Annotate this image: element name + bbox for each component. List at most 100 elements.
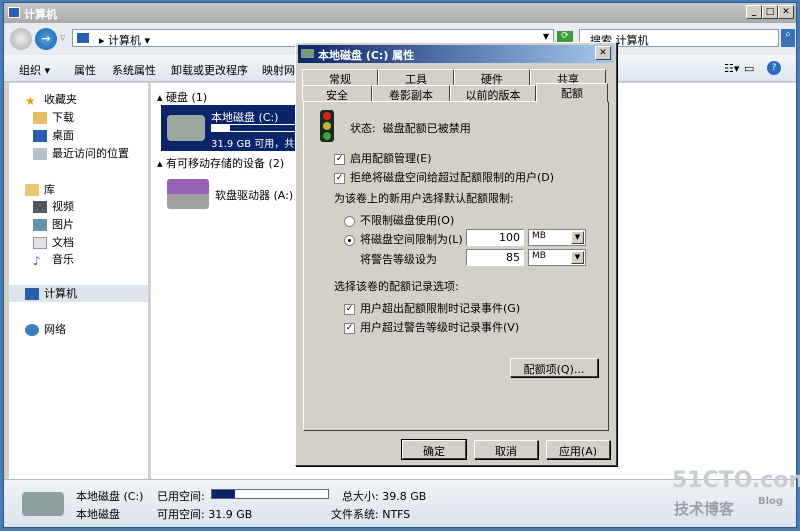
sidebar-item-videos[interactable]: 视频 xyxy=(33,198,74,215)
log-heading: 选择该卷的配额记录选项: xyxy=(334,278,459,294)
dialog-close-button[interactable]: ✕ xyxy=(595,46,611,60)
downloads-icon xyxy=(33,112,47,124)
quota-panel: 状态: 磁盘配额已被禁用 ✓启用配额管理(E) ✓拒绝将磁盘空间给超过配额限制的… xyxy=(303,101,609,431)
quota-status: 状态: 磁盘配额已被禁用 xyxy=(350,120,471,136)
no-limit-radio[interactable]: 不限制磁盘使用(O) xyxy=(344,212,454,228)
sidebar-libraries[interactable]: 库 xyxy=(25,181,55,198)
library-icon xyxy=(25,184,39,196)
file-system: 文件系统: NTFS xyxy=(331,506,410,522)
tab-security[interactable]: 安全 xyxy=(302,85,372,101)
computer-icon xyxy=(25,288,39,300)
tab-shadow-copies[interactable]: 卷影副本 xyxy=(372,85,450,101)
drive-icon xyxy=(301,49,314,58)
limit-value-input[interactable]: 100 xyxy=(466,229,524,246)
search-icon[interactable]: ⌕ xyxy=(781,29,795,47)
computer-icon xyxy=(77,33,89,43)
sidebar-item-music[interactable]: ♪音乐 xyxy=(33,251,74,268)
floppy-icon xyxy=(167,179,209,209)
warn-label: 将警告等级设为 xyxy=(360,251,437,267)
documents-icon xyxy=(33,237,47,249)
warn-unit-select[interactable]: MB▼ xyxy=(528,249,586,266)
recent-places-icon xyxy=(33,148,47,160)
minimize-button[interactable]: _ xyxy=(746,5,762,19)
floppy-drive-item[interactable]: 软盘驱动器 (A:) xyxy=(167,175,297,215)
deny-space-checkbox[interactable]: ✓拒绝将磁盘空间给超过配额限制的用户(D) xyxy=(334,169,554,185)
properties-button[interactable]: 属性 xyxy=(74,62,96,78)
breadcrumb-computer[interactable]: 计算机 xyxy=(108,34,141,47)
history-dropdown-icon[interactable]: ▽ xyxy=(60,34,65,42)
details-name: 本地磁盘 (C:) xyxy=(76,488,143,504)
sidebar-item-recent[interactable]: 最近访问的位置 xyxy=(33,145,129,162)
total-size: 总大小: 39.8 GB xyxy=(342,488,426,504)
details-type: 本地磁盘 xyxy=(76,506,120,522)
chevron-down-icon: ▼ xyxy=(571,251,584,264)
tab-quota[interactable]: 配额 xyxy=(536,83,608,102)
limit-to-radio[interactable]: 将磁盘空间限制为(L) xyxy=(344,231,463,247)
log-warn-checkbox[interactable]: ✓用户超过警告等级时记录事件(V) xyxy=(344,319,519,335)
view-options-icon[interactable]: ☷▾ xyxy=(724,62,739,75)
tab-tools[interactable]: 工具 xyxy=(378,69,454,85)
title-bar: 计算机 _ □ ✕ xyxy=(4,3,796,23)
apply-button[interactable]: 应用(A) xyxy=(546,440,610,459)
drive-c-item[interactable]: 本地磁盘 (C:) 31.9 GB 可用，共 xyxy=(161,105,301,151)
dialog-title-bar: 本地磁盘 (C:) 属性 ✕ xyxy=(298,45,614,63)
star-icon: ★ xyxy=(25,94,39,106)
default-limit-heading: 为该卷上的新用户选择默认配额限制: xyxy=(334,190,514,206)
sidebar-item-downloads[interactable]: 下载 xyxy=(33,109,74,126)
uninstall-button[interactable]: 卸载或更改程序 xyxy=(171,62,248,78)
drive-c-info: 31.9 GB 可用，共 xyxy=(211,135,294,150)
group-header-hdd[interactable]: ▴ 硬盘 (1) xyxy=(157,89,207,105)
system-properties-button[interactable]: 系统属性 xyxy=(112,62,156,78)
sidebar-item-documents[interactable]: 文档 xyxy=(33,234,74,251)
drive-icon xyxy=(22,492,64,516)
tab-general[interactable]: 常规 xyxy=(302,69,378,85)
map-network-button[interactable]: 映射网 xyxy=(262,62,295,78)
used-label: 已用空间: xyxy=(157,488,205,504)
warn-value-input[interactable]: 85 xyxy=(466,249,524,266)
tab-hardware[interactable]: 硬件 xyxy=(454,69,530,85)
cancel-button[interactable]: 取消 xyxy=(474,440,538,459)
chevron-down-icon: ▼ xyxy=(571,231,584,244)
help-icon[interactable]: ? xyxy=(767,61,781,75)
tab-previous-versions[interactable]: 以前的版本 xyxy=(450,85,536,101)
watermark-logo: 51CTO.com xyxy=(672,468,800,493)
sidebar-item-pictures[interactable]: 图片 xyxy=(33,216,74,233)
back-button[interactable] xyxy=(10,28,32,50)
enable-quota-checkbox[interactable]: ✓启用配额管理(E) xyxy=(334,150,432,166)
forward-button[interactable]: → xyxy=(35,28,57,50)
free-space: 可用空间: 31.9 GB xyxy=(157,506,252,522)
drive-icon xyxy=(167,115,205,141)
properties-dialog: 本地磁盘 (C:) 属性 ✕ 常规 工具 硬件 共享 安全 卷影副本 以前的版本… xyxy=(295,42,617,466)
limit-unit-select[interactable]: MB▼ xyxy=(528,229,586,246)
close-button[interactable]: ✕ xyxy=(778,5,794,19)
address-dropdown-icon[interactable]: ▼ xyxy=(543,32,549,41)
desktop-icon xyxy=(33,130,47,142)
preview-pane-icon[interactable]: ▭ xyxy=(744,62,754,75)
drive-c-usage-bar xyxy=(211,124,301,132)
navigation-pane: ★收藏夹 下载 桌面 最近访问的位置 库 视频 图片 文档 ♪音乐 计算机 网络 xyxy=(9,83,149,479)
window-title: 计算机 xyxy=(24,8,57,21)
sidebar-network[interactable]: 网络 xyxy=(25,321,66,338)
floppy-label: 软盘驱动器 (A:) xyxy=(215,187,293,203)
watermark-blog: Blog xyxy=(758,496,783,507)
log-exceed-checkbox[interactable]: ✓用户超出配额限制时记录事件(G) xyxy=(344,300,520,316)
maximize-button[interactable]: □ xyxy=(762,5,778,19)
pictures-icon xyxy=(33,219,47,231)
sidebar-item-desktop[interactable]: 桌面 xyxy=(33,127,74,144)
music-icon: ♪ xyxy=(33,254,47,266)
computer-icon xyxy=(8,7,20,18)
dialog-title: 本地磁盘 (C:) 属性 xyxy=(318,49,414,62)
quota-entries-button[interactable]: 配额项(Q)... xyxy=(510,358,598,377)
organize-button[interactable]: 组织 ▾ xyxy=(19,62,50,78)
sidebar-favorites[interactable]: ★收藏夹 xyxy=(25,91,77,108)
details-pane: 本地磁盘 (C:) 本地磁盘 已用空间: 可用空间: 31.9 GB 总大小: … xyxy=(4,479,796,527)
sidebar-computer[interactable]: 计算机 xyxy=(9,285,148,302)
watermark-sub: 技术博客 xyxy=(674,498,734,519)
drive-c-name: 本地磁盘 (C:) xyxy=(211,109,278,125)
video-icon xyxy=(33,201,47,213)
ok-button[interactable]: 确定 xyxy=(402,440,466,459)
network-icon xyxy=(25,324,39,336)
used-space-bar xyxy=(211,489,329,499)
traffic-light-icon xyxy=(316,110,338,142)
group-header-removable[interactable]: ▴ 有可移动存储的设备 (2) xyxy=(157,155,284,171)
